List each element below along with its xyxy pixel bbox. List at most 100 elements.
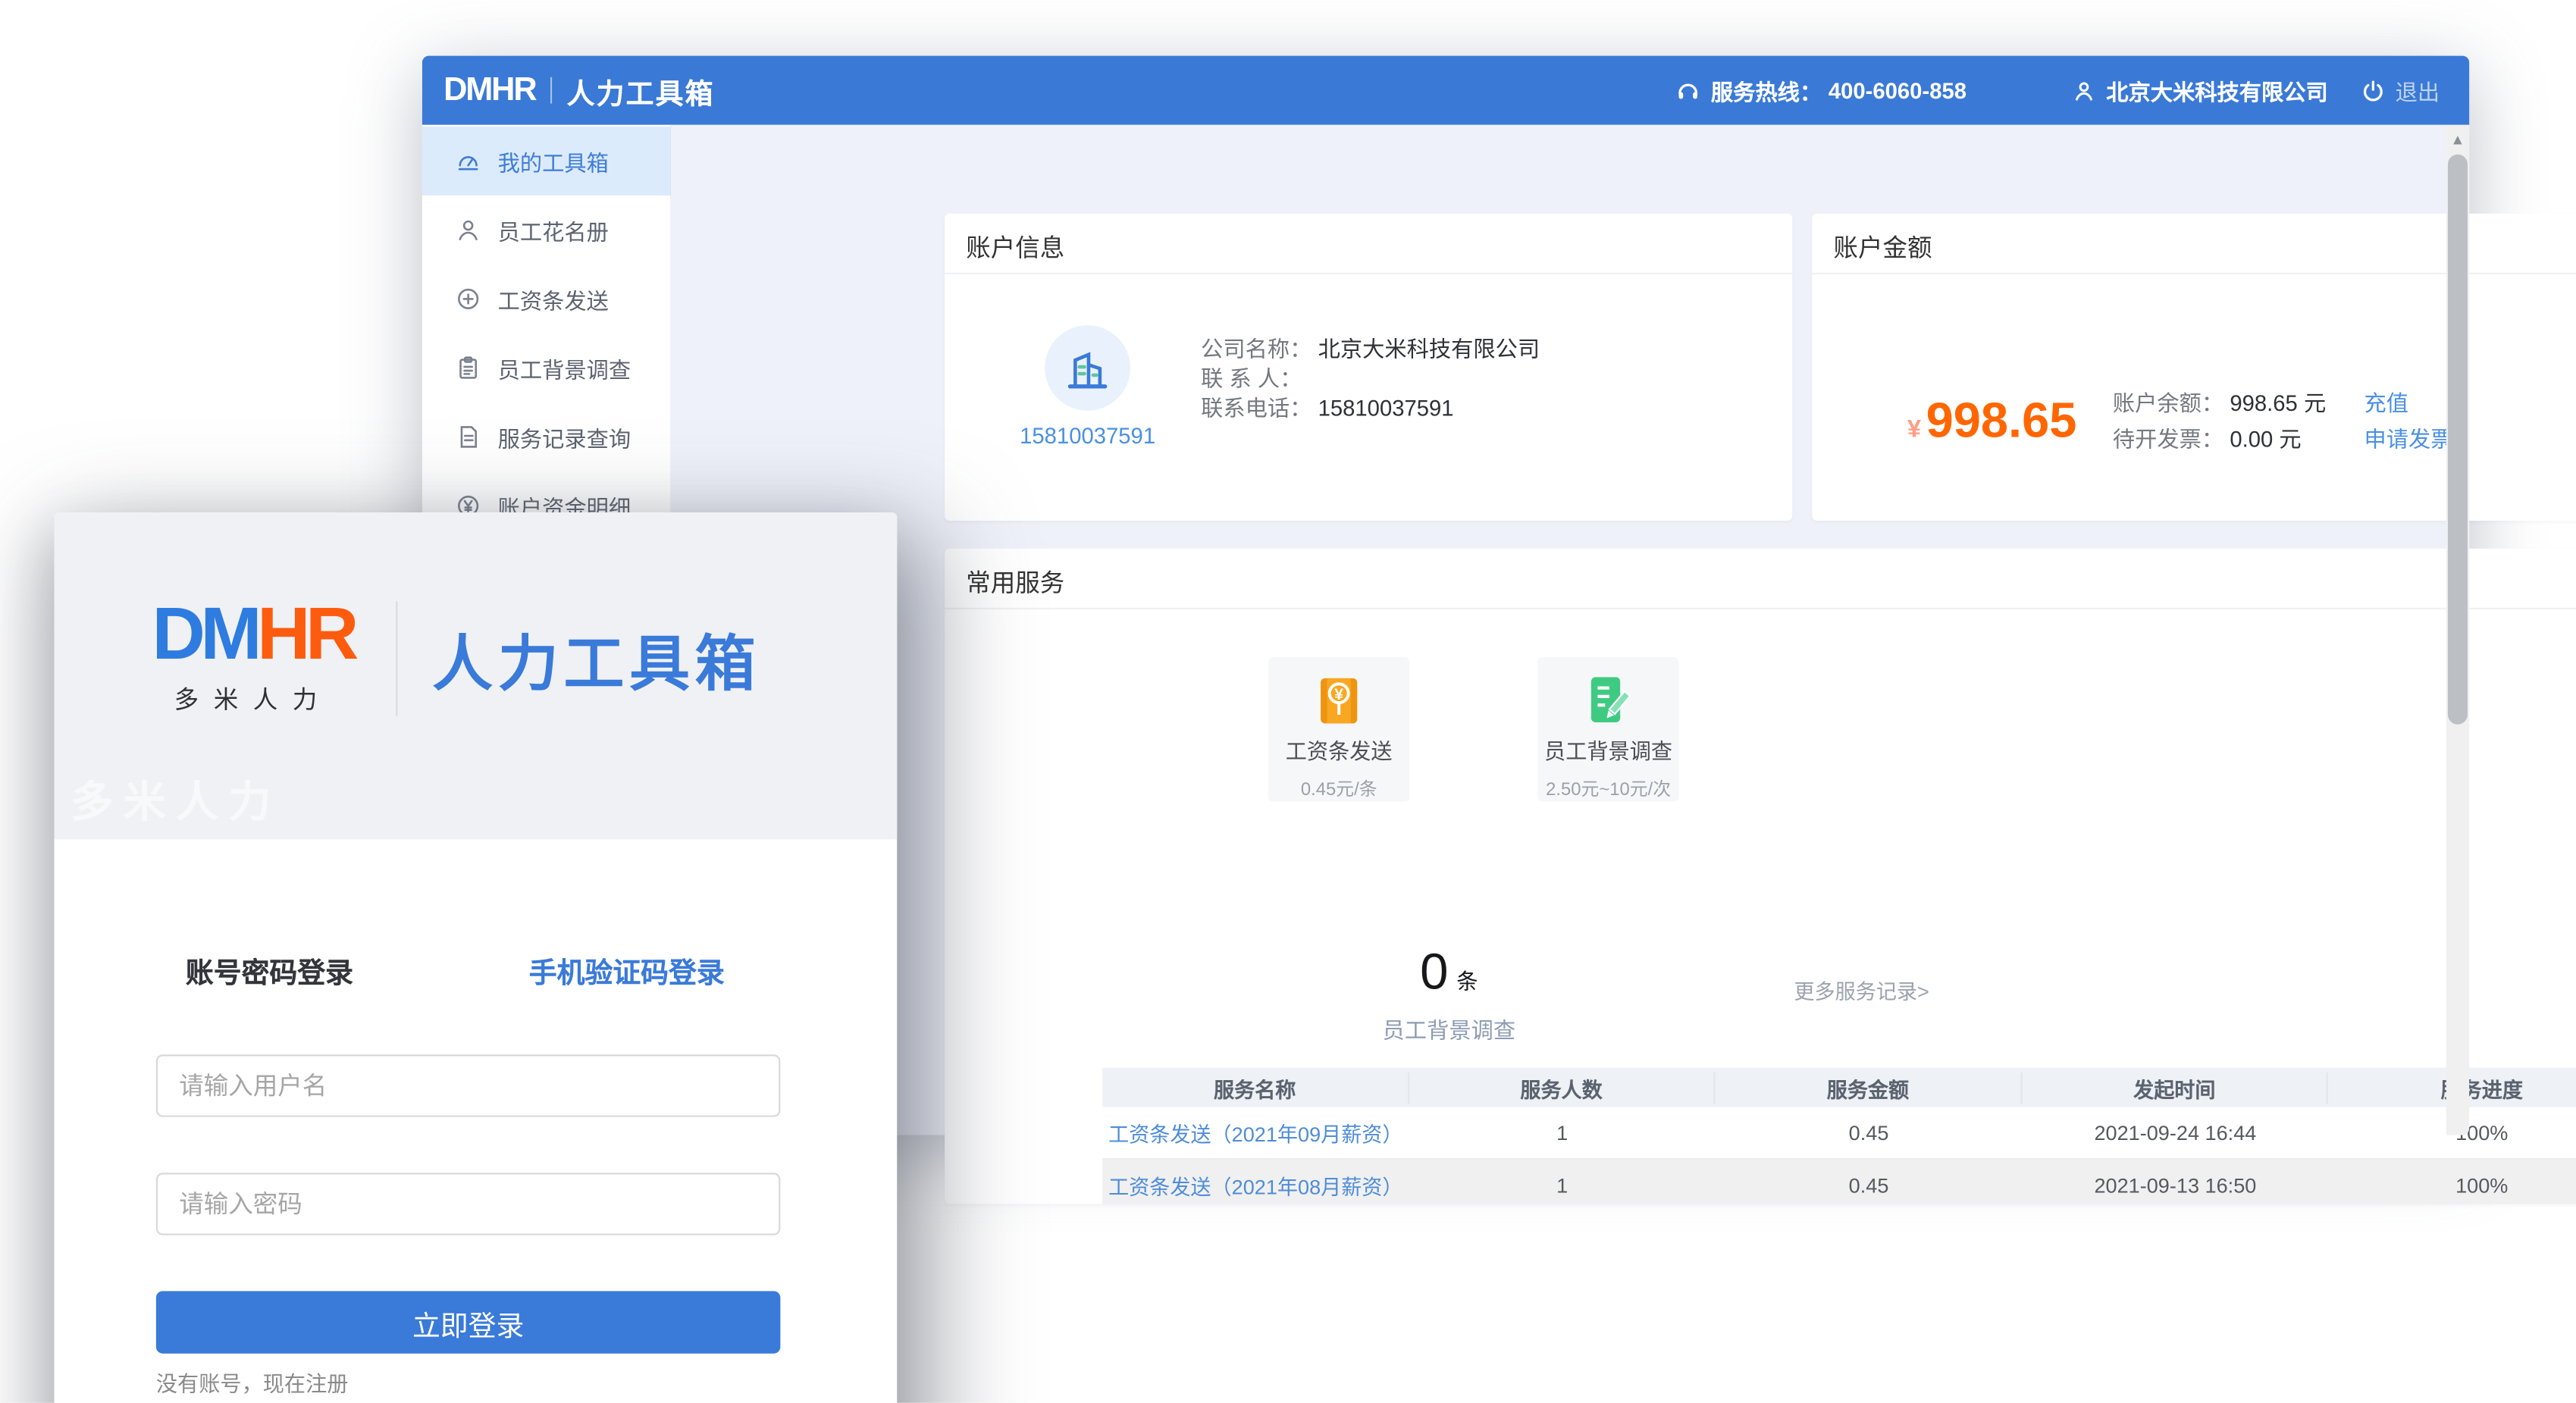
person-icon bbox=[455, 217, 481, 243]
col-amount: 服务金额 bbox=[1716, 1072, 2022, 1103]
account-info-card: 账户信息 15810037591 公司名称： 北京大米科技有限公司 联 系 人 bbox=[945, 214, 1792, 521]
login-button[interactable]: 立即登录 bbox=[156, 1291, 780, 1353]
record-people: 1 bbox=[1409, 1173, 1715, 1196]
service-price: 0.45元/条 bbox=[1268, 775, 1409, 802]
logo-wordmark: DMHR bbox=[128, 598, 378, 670]
sidebar-item-label: 员工花名册 bbox=[498, 214, 609, 246]
headset-icon bbox=[1676, 78, 1701, 103]
logo-subtext: 多米人力 bbox=[128, 681, 378, 716]
logo-app-name: 人力工具箱 bbox=[432, 614, 760, 703]
divider bbox=[945, 273, 1792, 274]
password-input[interactable] bbox=[156, 1173, 780, 1235]
brand: DMHR 人力工具箱 bbox=[443, 70, 715, 111]
brand-logo: DMHR bbox=[443, 71, 535, 109]
field-value: 北京大米科技有限公司 bbox=[1318, 337, 1540, 362]
record-time: 2021-09-13 16:50 bbox=[2022, 1173, 2328, 1196]
field-contact-person: 联 系 人： bbox=[1201, 365, 1540, 394]
username-input[interactable] bbox=[156, 1054, 780, 1116]
watermark: 多米人力 bbox=[71, 769, 280, 829]
login-panel: DMHR 多米人力 人力工具箱 多米人力 账号密码登录 手机验证码登录 立即登录… bbox=[55, 512, 898, 1403]
hotline-label: 服务热线： bbox=[1711, 74, 1822, 107]
service-price: 2.50元~10元/次 bbox=[1537, 775, 1678, 802]
brand-app-name: 人力工具箱 bbox=[567, 70, 715, 111]
card-title: 账户信息 bbox=[966, 230, 1064, 265]
user-icon bbox=[2072, 78, 2097, 103]
tab-password-login[interactable]: 账号密码登录 bbox=[186, 950, 353, 991]
scrollbar-thumb[interactable] bbox=[2448, 155, 2468, 725]
record-link[interactable]: 工资条发送（2021年09月薪资） bbox=[1108, 1123, 1402, 1146]
company-menu[interactable]: 北京大米科技有限公司 bbox=[2072, 74, 2328, 107]
sidebar-item-label: 员工背景调查 bbox=[498, 352, 631, 384]
sidebar-item-service-records[interactable]: 服务记录查询 bbox=[422, 402, 670, 471]
header-right: 服务热线： 400-6060-858 北京大米科技有限公司 退出 bbox=[1676, 74, 2440, 107]
col-service-name: 服务名称 bbox=[1102, 1072, 1409, 1103]
balance-value: 998.65 元 bbox=[2230, 391, 2326, 416]
sidebar-item-my-toolbox[interactable]: 我的工具箱 bbox=[422, 127, 675, 196]
record-amount: 0.45 bbox=[1716, 1173, 2022, 1196]
document-icon bbox=[455, 424, 481, 450]
logo-divider bbox=[396, 601, 397, 716]
stat-count: 0 bbox=[1420, 943, 1448, 1001]
logo-dm: DM bbox=[152, 591, 257, 675]
record-time: 2021-09-24 16:44 bbox=[2022, 1121, 2328, 1144]
table-row: 工资条发送（2021年09月薪资） 1 0.45 2021-09-24 16:4… bbox=[1102, 1107, 2576, 1160]
record-people: 1 bbox=[1409, 1121, 1715, 1144]
records-table: 服务名称 服务人数 服务金额 发起时间 服务进度 工资条发送（2021年09月薪… bbox=[1102, 1068, 2576, 1204]
company-name: 北京大米科技有限公司 bbox=[2106, 74, 2328, 107]
account-fields: 公司名称： 北京大米科技有限公司 联 系 人： 联系电话： 1581003759… bbox=[1201, 335, 1540, 424]
divider bbox=[945, 608, 2576, 609]
request-invoice-link[interactable]: 申请发票 bbox=[2364, 421, 2452, 453]
account-phone-link[interactable]: 15810037591 bbox=[989, 424, 1186, 449]
record-progress: 100% bbox=[2329, 1173, 2576, 1196]
building-icon bbox=[1063, 343, 1112, 393]
plus-circle-icon bbox=[455, 286, 481, 312]
sidebar-item-payslip-send[interactable]: 工资条发送 bbox=[422, 265, 670, 334]
brand-divider bbox=[550, 77, 552, 104]
sidebar-item-background-check[interactable]: 员工背景调查 bbox=[422, 334, 670, 402]
col-start-time: 发起时间 bbox=[2022, 1072, 2328, 1103]
scrollbar-up-arrow[interactable]: ▲ bbox=[2449, 133, 2466, 146]
login-hero: DMHR 多米人力 人力工具箱 多米人力 bbox=[55, 512, 898, 839]
service-name: 员工背景调查 bbox=[1537, 734, 1678, 766]
sidebar-item-roster[interactable]: 员工花名册 bbox=[422, 196, 670, 265]
hotline: 服务热线： 400-6060-858 bbox=[1676, 74, 1966, 107]
sidebar-item-label: 服务记录查询 bbox=[498, 421, 631, 453]
table-header: 服务名称 服务人数 服务金额 发起时间 服务进度 bbox=[1102, 1068, 2576, 1107]
stat-unit: 条 bbox=[1456, 969, 1478, 994]
svg-text:¥: ¥ bbox=[1334, 685, 1343, 703]
stat-background-check: 0条 员工背景调查 bbox=[1334, 943, 1564, 1044]
dmhr-logo: DMHR 多米人力 bbox=[128, 598, 378, 716]
invoice-value: 0.00 元 bbox=[2230, 427, 2301, 452]
table-row: 工资条发送（2021年08月薪资） 1 0.45 2021-09-13 16:5… bbox=[1102, 1160, 2576, 1204]
recharge-link[interactable]: 充值 bbox=[2364, 384, 2408, 417]
currency-symbol: ¥ bbox=[1907, 415, 1921, 443]
field-value: 15810037591 bbox=[1318, 396, 1454, 421]
more-records-link[interactable]: 更多服务记录> bbox=[1794, 974, 1929, 1005]
field-label: 联系电话： bbox=[1201, 396, 1312, 421]
service-card-payslip[interactable]: ¥ 工资条发送 0.45元/条 bbox=[1268, 657, 1409, 802]
register-link[interactable]: 没有账号，现在注册 bbox=[156, 1367, 349, 1398]
sidebar-item-label: 我的工具箱 bbox=[498, 145, 609, 177]
hotline-number: 400-6060-858 bbox=[1829, 78, 1966, 103]
invoice-label: 待开发票： bbox=[2113, 427, 2223, 452]
clipboard-icon bbox=[455, 355, 481, 381]
dashboard-gauge-icon bbox=[455, 148, 481, 174]
stage: DMHR 人力工具箱 服务热线： 400-6060-858 北京大米科技有限公司 bbox=[0, 0, 2576, 1403]
stat-label: 员工背景调查 bbox=[1334, 1012, 1564, 1044]
service-card-background-check[interactable]: 员工背景调查 2.50元~10元/次 bbox=[1537, 657, 1678, 802]
vertical-scrollbar: ▲ bbox=[2446, 125, 2469, 1135]
invoice-row: 待开发票： 0.00 元 bbox=[2113, 421, 2302, 453]
logout-button[interactable]: 退出 bbox=[2361, 74, 2440, 107]
record-link[interactable]: 工资条发送（2021年08月薪资） bbox=[1108, 1176, 1402, 1199]
page: DMHR 人力工具箱 服务热线： 400-6060-858 北京大米科技有限公司 bbox=[0, 0, 2576, 1403]
logo-hr: HR bbox=[257, 591, 354, 675]
field-contact-phone: 联系电话： 15810037591 bbox=[1201, 394, 1540, 424]
balance-row: 账户余额： 998.65 元 bbox=[2113, 384, 2326, 417]
balance-label: 账户余额： bbox=[2113, 391, 2223, 416]
content-area: 账户信息 15810037591 公司名称： 北京大米科技有限公司 联 系 人 bbox=[670, 125, 2446, 1135]
record-amount: 0.45 bbox=[1716, 1121, 2022, 1144]
tab-sms-login[interactable]: 手机验证码登录 bbox=[529, 950, 725, 991]
common-services-card: 常用服务 ¥ 工资条发送 0.45元/条 bbox=[945, 549, 2576, 1204]
balance-amount-value: 998.65 bbox=[1926, 394, 2077, 450]
service-name: 工资条发送 bbox=[1268, 734, 1409, 766]
